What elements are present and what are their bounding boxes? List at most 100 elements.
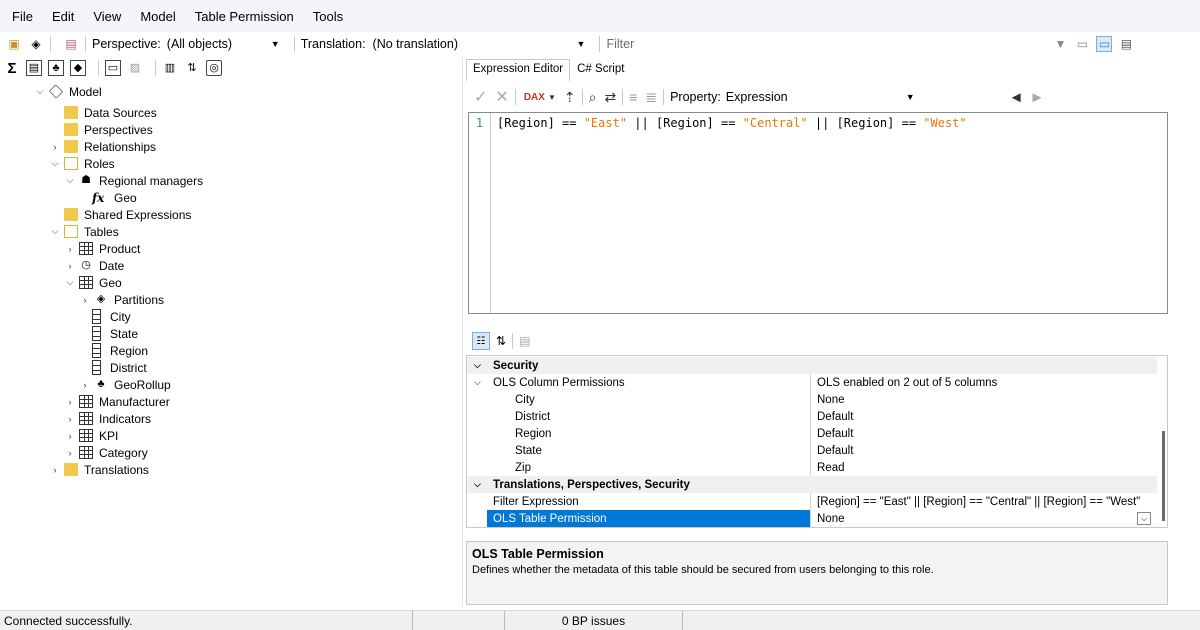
tree-node-district[interactable]: District [92,359,147,376]
sort-icon[interactable]: ⇅ [184,60,200,76]
tree-node-product[interactable]: › Product [64,240,141,257]
chevron-down-icon[interactable]: ⌵ [1137,512,1151,525]
property-ols-table-permission[interactable]: OLS Table Permission None ⌵ [467,510,1157,527]
display-folders-icon[interactable]: ▭ [105,60,121,76]
back-icon[interactable]: ◄ [1009,89,1024,106]
property-select[interactable]: Expression [726,90,906,104]
menu-view[interactable]: View [93,9,121,24]
chevron-right-icon[interactable]: › [64,261,76,271]
tree-node-tables[interactable]: ⌵ Tables [49,223,119,240]
tree-node-city[interactable]: City [92,308,131,325]
property-row[interactable]: Region Default [467,425,1157,442]
tree-node-geo-table[interactable]: ⌵ Geo [64,274,122,291]
pane-splitter[interactable] [462,57,463,607]
dax-format-icon[interactable]: DAX [524,92,545,103]
property-value[interactable]: None [817,394,845,406]
property-value[interactable]: Default [817,411,853,423]
hierarchy-icon[interactable]: ♣ [48,60,64,76]
translation-dropdown-icon[interactable]: ▼ [577,39,586,49]
property-value[interactable]: Read [817,462,845,474]
property-dropdown-icon[interactable]: ▼ [906,92,915,102]
tree-node-model[interactable]: ⌵ Model [34,83,102,100]
tree-node-data-sources[interactable]: Data Sources [64,104,157,121]
tree-node-geo-expression[interactable]: fx Geo [92,189,137,206]
categorized-icon[interactable]: ☷ [472,332,490,350]
view-option-1-icon[interactable]: ▭ [1074,36,1090,52]
property-row[interactable]: State Default [467,442,1157,459]
property-pages-icon[interactable]: ▤ [519,334,530,348]
tree-node-manufacturer[interactable]: › Manufacturer [64,393,170,410]
filter-icon[interactable]: ▼ [1052,36,1068,52]
save-icon[interactable]: ▤ [63,36,79,52]
tree-node-regional-managers[interactable]: ⌵ ☗ Regional managers [64,172,203,189]
tree-node-state[interactable]: State [92,325,138,342]
property-row[interactable]: Zip Read [467,459,1157,476]
chevron-down-icon[interactable]: ⌵ [49,158,61,169]
view-option-3-icon[interactable]: ▤ [1118,36,1134,52]
lineage-icon[interactable]: ◎ [206,60,222,76]
hidden-objects-icon[interactable]: ▨ [127,60,143,76]
category-translations-perspectives-security[interactable]: ⌵ Translations, Perspectives, Security [467,476,1157,493]
chevron-down-icon[interactable]: ⌵ [474,479,481,490]
tree-node-georollup[interactable]: › ♣ GeoRollup [79,376,171,393]
chevron-down-icon[interactable]: ⌵ [64,175,76,186]
tree-node-shared-expressions[interactable]: Shared Expressions [64,206,191,223]
forward-icon[interactable]: ► [1030,89,1045,106]
translation-select[interactable]: (No translation) [373,37,563,51]
menu-edit[interactable]: Edit [52,9,74,24]
expression-editor[interactable]: 1 [Region] == "East" || [Region] == "Cen… [468,112,1168,314]
scrollbar[interactable] [1162,431,1165,521]
property-filter-expression[interactable]: Filter Expression [Region] == "East" || … [467,493,1157,510]
partition-icon[interactable]: ◆ [70,60,86,76]
menu-file[interactable]: File [12,9,33,24]
category-security[interactable]: ⌵ Security [467,357,1157,374]
tree-node-region[interactable]: Region [92,342,148,359]
property-row[interactable]: District Default [467,408,1157,425]
code-line[interactable]: [Region] == "East" || [Region] == "Centr… [497,116,967,130]
chevron-right-icon[interactable]: › [79,380,91,390]
tree-node-date[interactable]: › ◷ Date [64,257,125,274]
property-value[interactable]: Default [817,445,853,457]
chevron-down-icon[interactable]: ⌵ [64,277,76,288]
chevron-down-icon[interactable]: ⌵ [474,377,481,388]
property-row[interactable]: City None [467,391,1157,408]
open-model-icon[interactable]: ▣ [6,36,22,52]
menu-tools[interactable]: Tools [313,9,343,24]
tree-node-kpi[interactable]: › KPI [64,427,119,444]
deploy-icon[interactable]: ◈ [28,36,44,52]
tree-node-roles[interactable]: ⌵ Roles [49,155,115,172]
status-bp-issues[interactable]: 0 BP issues [505,611,683,630]
tree-node-indicators[interactable]: › Indicators [64,410,152,427]
replace-icon[interactable]: ⇄ [604,89,616,106]
sigma-icon[interactable]: Σ [4,60,20,76]
chevron-down-icon[interactable]: ⌵ [474,360,481,371]
tab-expression-editor[interactable]: Expression Editor [466,59,571,81]
tree-node-category[interactable]: › Category [64,444,148,461]
chevron-right-icon[interactable]: › [64,414,76,424]
chevron-right-icon[interactable]: › [49,465,61,475]
tree-node-partitions[interactable]: › ◈ Partitions [79,291,165,308]
tree-node-translations[interactable]: › Translations [49,461,149,478]
property-value[interactable]: Default [817,428,853,440]
chevron-right-icon[interactable]: › [64,244,76,254]
find-icon[interactable]: ⌕ [589,89,597,106]
tree-node-relationships[interactable]: › Relationships [49,138,157,155]
chevron-right-icon[interactable]: › [64,397,76,407]
chevron-down-icon[interactable]: ⌵ [49,226,61,237]
chevron-right-icon[interactable]: › [79,295,91,305]
filter-input[interactable]: Filter [606,37,1036,51]
chevron-right-icon[interactable]: › [64,431,76,441]
metadata-icon[interactable]: ▥ [162,60,178,76]
comment-icon[interactable]: ≡ [629,89,637,105]
menu-model[interactable]: Model [140,9,175,24]
alphabetical-icon[interactable]: ⇅ [496,334,506,348]
view-option-2-icon[interactable]: ▭ [1096,36,1113,52]
chevron-right-icon[interactable]: › [49,142,61,152]
tab-csharp-script[interactable]: C# Script [570,59,631,81]
cancel-icon[interactable]: ✕ [495,87,508,107]
chevron-down-icon[interactable]: ⌵ [34,86,46,97]
dropdown-arrow-icon[interactable]: ▼ [548,93,556,102]
uncomment-icon[interactable]: ≣ [645,89,657,106]
accept-icon[interactable]: ✓ [474,87,487,107]
dependencies-icon[interactable]: ⇡ [564,89,576,106]
